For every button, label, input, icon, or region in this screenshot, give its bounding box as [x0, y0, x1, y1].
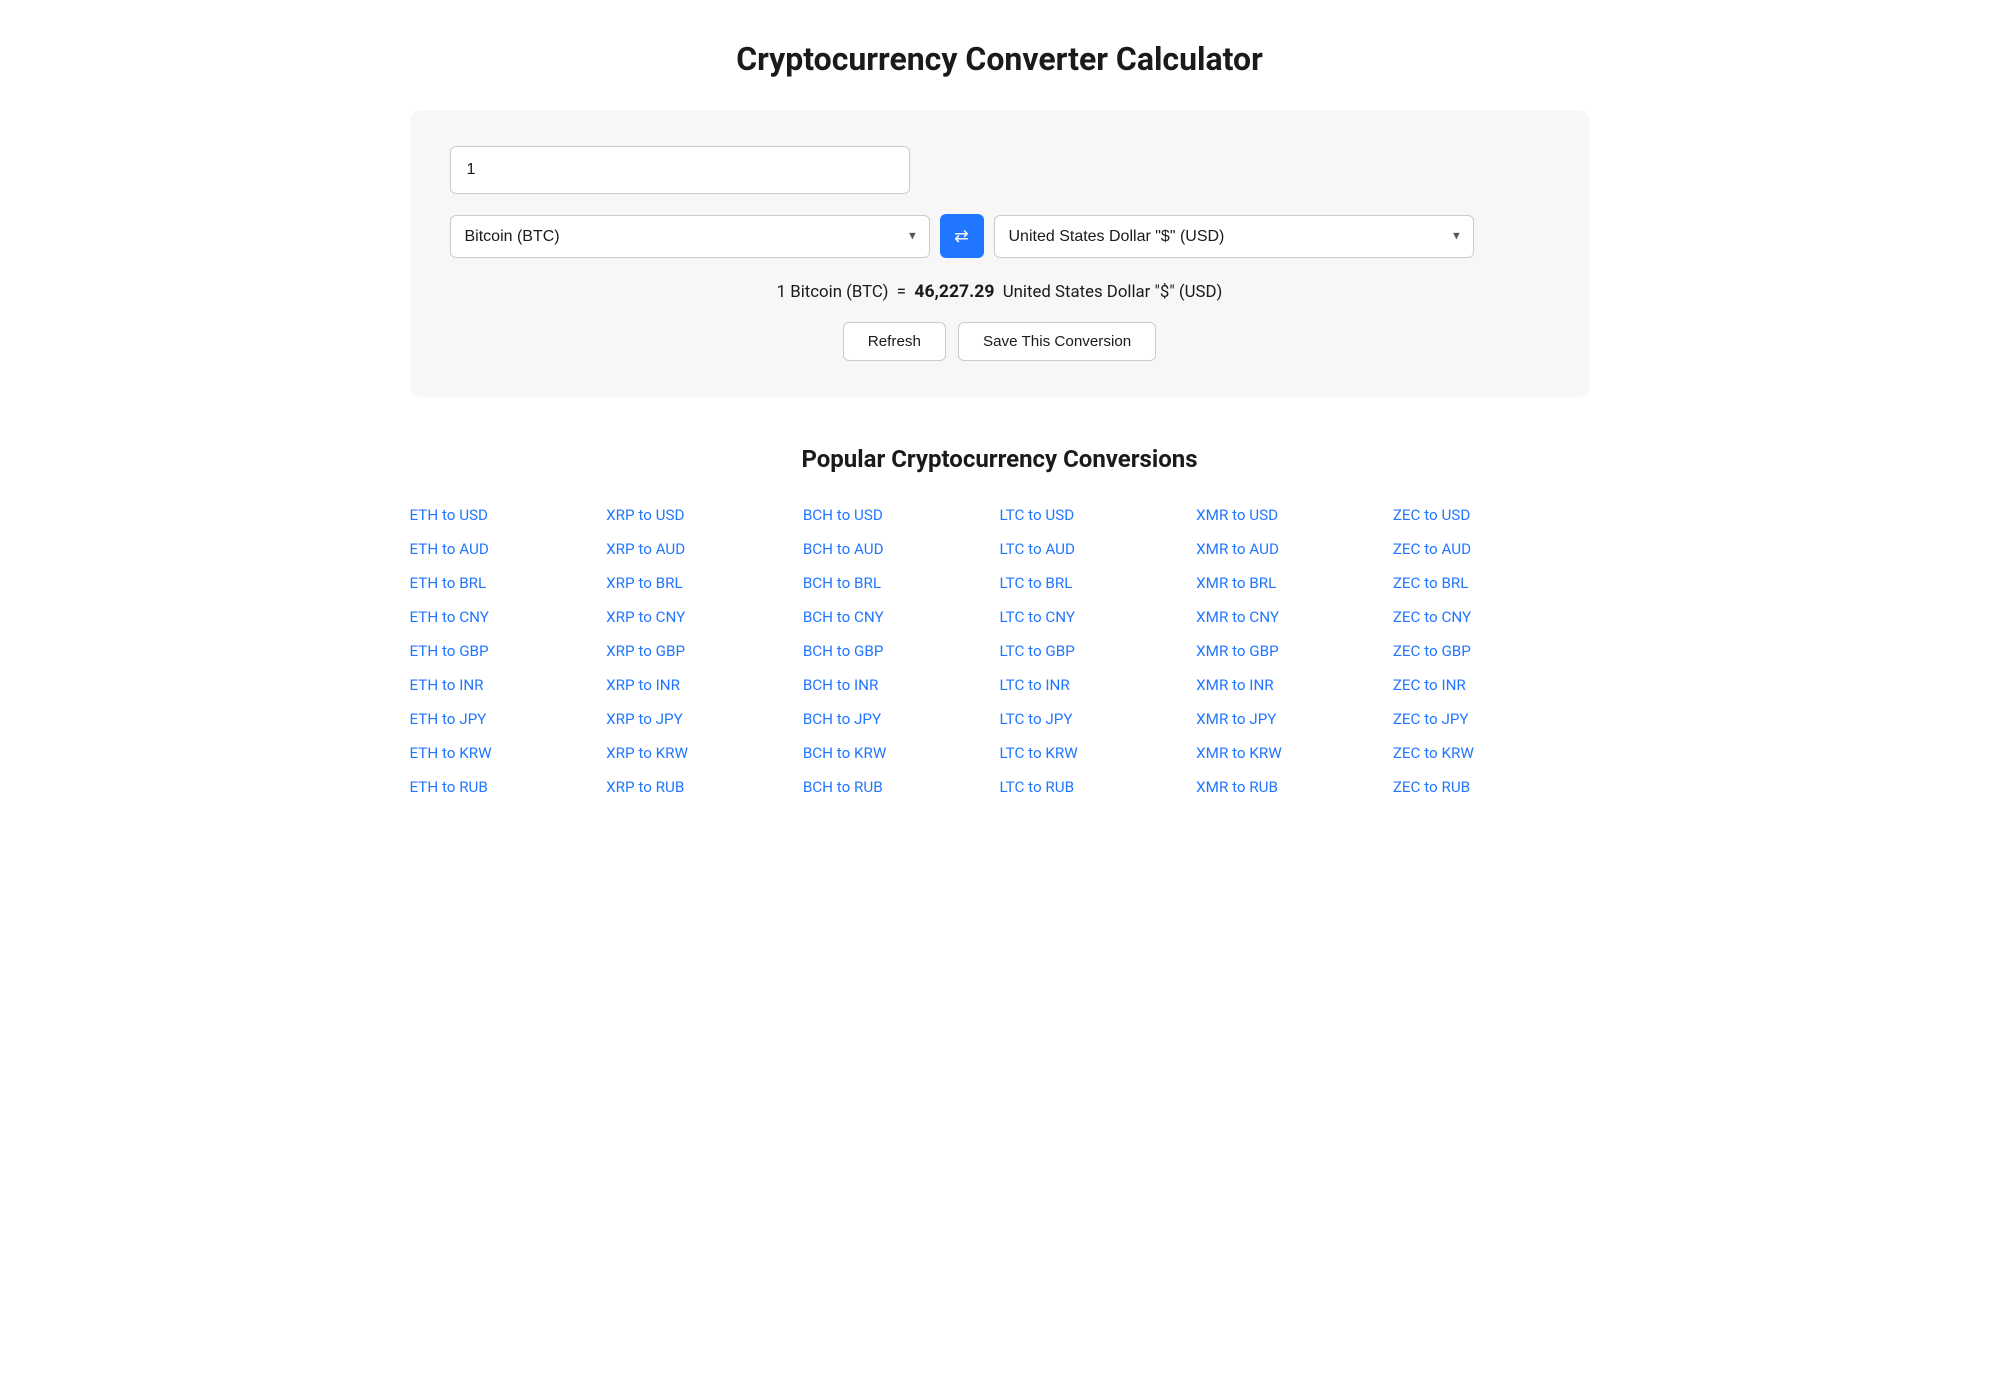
conversion-link[interactable]: ZEC to RUB — [1393, 773, 1590, 801]
conversion-link[interactable]: XRP to RUB — [606, 773, 803, 801]
conversion-link[interactable]: XRP to USD — [606, 501, 803, 529]
conversion-link[interactable]: BCH to BRL — [803, 569, 1000, 597]
popular-title: Popular Cryptocurrency Conversions — [410, 445, 1590, 473]
conversion-link[interactable]: XMR to USD — [1196, 501, 1393, 529]
result-unit: United States Dollar "$" (USD) — [1003, 282, 1223, 302]
conversion-link[interactable]: LTC to KRW — [1000, 739, 1197, 767]
conversion-link[interactable]: BCH to USD — [803, 501, 1000, 529]
conversion-link[interactable]: XRP to JPY — [606, 705, 803, 733]
page-title: Cryptocurrency Converter Calculator — [410, 40, 1590, 78]
converter-card: Bitcoin (BTC) ▾ ⇄ United States Dollar "… — [410, 110, 1590, 397]
swap-icon: ⇄ — [954, 226, 969, 247]
conversion-link[interactable]: LTC to USD — [1000, 501, 1197, 529]
conversion-link[interactable]: ETH to GBP — [410, 637, 607, 665]
result-row: 1 Bitcoin (BTC) = 46,227.29 United State… — [450, 282, 1550, 302]
conversion-link[interactable]: BCH to KRW — [803, 739, 1000, 767]
save-conversion-button[interactable]: Save This Conversion — [958, 322, 1156, 361]
conversion-link[interactable]: ETH to CNY — [410, 603, 607, 631]
actions-row: Refresh Save This Conversion — [450, 322, 1550, 361]
conversion-link[interactable]: BCH to AUD — [803, 535, 1000, 563]
result-equals: = — [897, 282, 906, 302]
conversion-link[interactable]: LTC to CNY — [1000, 603, 1197, 631]
conversion-link[interactable]: ZEC to JPY — [1393, 705, 1590, 733]
conversion-link[interactable]: XMR to BRL — [1196, 569, 1393, 597]
conversion-link[interactable]: XRP to BRL — [606, 569, 803, 597]
conversion-link[interactable]: ETH to RUB — [410, 773, 607, 801]
conversion-link[interactable]: XMR to GBP — [1196, 637, 1393, 665]
conversion-link[interactable]: XRP to INR — [606, 671, 803, 699]
conversion-link[interactable]: LTC to INR — [1000, 671, 1197, 699]
conversion-link[interactable]: ETH to BRL — [410, 569, 607, 597]
conversion-link[interactable]: XMR to AUD — [1196, 535, 1393, 563]
conversions-grid: ETH to USDXRP to USDBCH to USDLTC to USD… — [410, 501, 1590, 801]
selectors-row: Bitcoin (BTC) ▾ ⇄ United States Dollar "… — [450, 214, 1550, 258]
conversion-link[interactable]: LTC to AUD — [1000, 535, 1197, 563]
page-container: Cryptocurrency Converter Calculator Bitc… — [350, 0, 1650, 841]
conversion-link[interactable]: ETH to INR — [410, 671, 607, 699]
result-value: 46,227.29 — [914, 282, 994, 302]
conversion-link[interactable]: ZEC to KRW — [1393, 739, 1590, 767]
conversion-link[interactable]: LTC to JPY — [1000, 705, 1197, 733]
swap-button[interactable]: ⇄ — [940, 214, 984, 258]
to-currency-select[interactable]: United States Dollar "$" (USD) — [994, 215, 1474, 258]
conversion-link[interactable]: XRP to CNY — [606, 603, 803, 631]
conversion-link[interactable]: ZEC to USD — [1393, 501, 1590, 529]
conversion-link[interactable]: XRP to KRW — [606, 739, 803, 767]
conversion-link[interactable]: BCH to GBP — [803, 637, 1000, 665]
conversion-link[interactable]: BCH to RUB — [803, 773, 1000, 801]
conversion-link[interactable]: XMR to CNY — [1196, 603, 1393, 631]
from-currency-select[interactable]: Bitcoin (BTC) — [450, 215, 930, 258]
conversion-link[interactable]: ZEC to GBP — [1393, 637, 1590, 665]
conversion-link[interactable]: ZEC to CNY — [1393, 603, 1590, 631]
conversion-link[interactable]: ETH to AUD — [410, 535, 607, 563]
amount-input[interactable] — [450, 146, 910, 194]
result-text: 1 Bitcoin (BTC) — [777, 282, 889, 302]
refresh-button[interactable]: Refresh — [843, 322, 946, 361]
conversion-link[interactable]: ZEC to BRL — [1393, 569, 1590, 597]
conversion-link[interactable]: BCH to INR — [803, 671, 1000, 699]
to-currency-wrapper: United States Dollar "$" (USD) ▾ — [994, 215, 1474, 258]
conversion-link[interactable]: ETH to KRW — [410, 739, 607, 767]
conversion-link[interactable]: LTC to BRL — [1000, 569, 1197, 597]
conversion-link[interactable]: ETH to USD — [410, 501, 607, 529]
from-currency-wrapper: Bitcoin (BTC) ▾ — [450, 215, 930, 258]
conversion-link[interactable]: BCH to CNY — [803, 603, 1000, 631]
conversion-link[interactable]: XRP to GBP — [606, 637, 803, 665]
conversion-link[interactable]: LTC to RUB — [1000, 773, 1197, 801]
conversion-link[interactable]: BCH to JPY — [803, 705, 1000, 733]
conversion-link[interactable]: XMR to JPY — [1196, 705, 1393, 733]
conversion-link[interactable]: XMR to RUB — [1196, 773, 1393, 801]
conversion-link[interactable]: ZEC to INR — [1393, 671, 1590, 699]
popular-section: Popular Cryptocurrency Conversions ETH t… — [410, 445, 1590, 801]
conversion-link[interactable]: ZEC to AUD — [1393, 535, 1590, 563]
conversion-link[interactable]: XMR to INR — [1196, 671, 1393, 699]
conversion-link[interactable]: XMR to KRW — [1196, 739, 1393, 767]
conversion-link[interactable]: LTC to GBP — [1000, 637, 1197, 665]
conversion-link[interactable]: XRP to AUD — [606, 535, 803, 563]
conversion-link[interactable]: ETH to JPY — [410, 705, 607, 733]
